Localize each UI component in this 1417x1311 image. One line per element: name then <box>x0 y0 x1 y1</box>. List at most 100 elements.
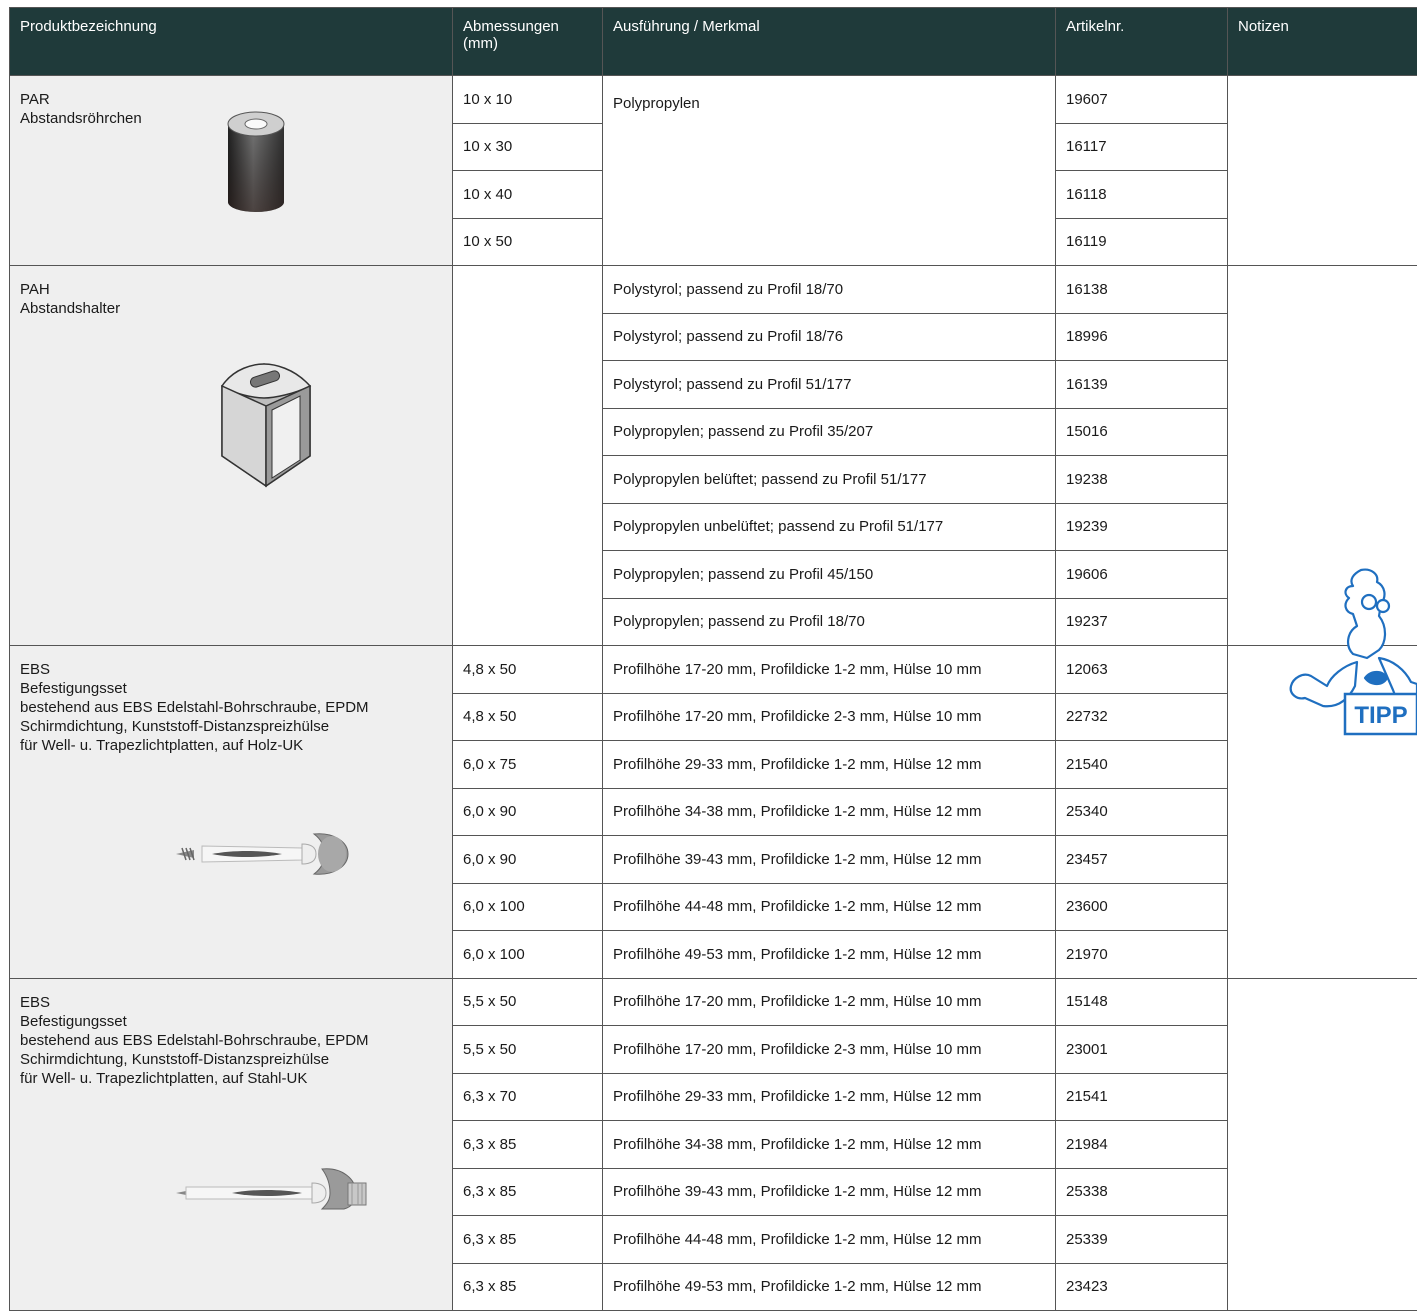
table-row: PAHAbstandshalter Polystyrol; passend zu… <box>10 266 1417 314</box>
dimensions-cell: 6,0 x 75 <box>453 741 603 789</box>
notes-cell[interactable] <box>1228 76 1417 266</box>
screw-set-wood-image <box>172 824 352 889</box>
dimensions-cell: 6,0 x 90 <box>453 836 603 884</box>
article-number-cell: 21984 <box>1056 1121 1228 1169</box>
article-number-cell: 19607 <box>1056 76 1228 124</box>
product-description-line: bestehend aus EBS Edelstahl-Bohrschraube… <box>20 1031 452 1050</box>
feature-cell: Profilhöhe 29-33 mm, Profildicke 1-2 mm,… <box>603 1073 1056 1121</box>
article-number-cell: 21541 <box>1056 1073 1228 1121</box>
header-dimensions-line2: (mm) <box>463 35 498 52</box>
mascot-tipp-icon: TIPP <box>1283 566 1417 736</box>
header-notes: Notizen <box>1228 8 1417 76</box>
product-description-line: Befestigungsset <box>20 1012 452 1031</box>
product-description-line: Schirmdichtung, Kunststoff-Distanzspreiz… <box>20 1050 452 1069</box>
article-number-cell: 16119 <box>1056 218 1228 266</box>
feature-cell: Polypropylen; passend zu Profil 45/150 <box>603 551 1056 599</box>
header-dimensions: Abmessungen(mm) <box>453 8 603 76</box>
dimensions-cell: 10 x 30 <box>453 123 603 171</box>
article-number-cell: 23001 <box>1056 1026 1228 1074</box>
product-cell: PAHAbstandshalter <box>10 266 453 646</box>
article-number-cell: 16139 <box>1056 361 1228 409</box>
product-name: EBS <box>20 660 452 679</box>
dimensions-cell: 10 x 10 <box>453 76 603 124</box>
table-header-row: Produktbezeichnung Abmessungen(mm) Ausfü… <box>10 8 1417 76</box>
article-number-cell: 16118 <box>1056 171 1228 219</box>
header-article: Artikelnr. <box>1056 8 1228 76</box>
article-number-cell: 23423 <box>1056 1263 1228 1311</box>
article-number-cell: 22732 <box>1056 693 1228 741</box>
dimensions-cell: 4,8 x 50 <box>453 646 603 694</box>
notes-cell[interactable] <box>1228 978 1417 1311</box>
feature-cell: Profilhöhe 49-53 mm, Profildicke 1-2 mm,… <box>603 931 1056 979</box>
feature-cell: Polypropylen <box>603 76 1056 266</box>
dimensions-cell: 6,3 x 85 <box>453 1216 603 1264</box>
product-description-line: Befestigungsset <box>20 679 452 698</box>
article-number-cell: 23457 <box>1056 836 1228 884</box>
dimensions-cell: 6,3 x 85 <box>453 1168 603 1216</box>
header-feature: Ausführung / Merkmal <box>603 8 1056 76</box>
header-product: Produktbezeichnung <box>10 8 453 76</box>
table-row: PARAbstandsröhrchen 10 x 10Polypropylen1… <box>10 76 1417 124</box>
article-number-cell: 16117 <box>1056 123 1228 171</box>
article-number-cell: 15148 <box>1056 978 1228 1026</box>
article-number-cell: 15016 <box>1056 408 1228 456</box>
feature-cell: Polypropylen unbelüftet; passend zu Prof… <box>603 503 1056 551</box>
product-table: Produktbezeichnung Abmessungen(mm) Ausfü… <box>9 7 1417 1311</box>
product-cell: PARAbstandsröhrchen <box>10 76 453 266</box>
feature-cell: Profilhöhe 39-43 mm, Profildicke 1-2 mm,… <box>603 1168 1056 1216</box>
feature-cell: Polystyrol; passend zu Profil 18/76 <box>603 313 1056 361</box>
spacer-tube-image <box>224 106 288 221</box>
table-row: EBSBefestigungssetbestehend aus EBS Edel… <box>10 646 1417 694</box>
feature-cell: Polystyrol; passend zu Profil 51/177 <box>603 361 1056 409</box>
article-number-cell: 21540 <box>1056 741 1228 789</box>
product-name: EBS <box>20 993 452 1012</box>
dimensions-cell: 6,3 x 85 <box>453 1121 603 1169</box>
product-description-line: für Well- u. Trapezlichtplatten, auf Hol… <box>20 736 452 755</box>
article-number-cell: 21970 <box>1056 931 1228 979</box>
product-description-line: Schirmdichtung, Kunststoff-Distanzspreiz… <box>20 717 452 736</box>
article-number-cell: 18996 <box>1056 313 1228 361</box>
dimensions-cell: 6,3 x 85 <box>453 1263 603 1311</box>
feature-cell: Polypropylen; passend zu Profil 18/70 <box>603 598 1056 646</box>
feature-cell: Profilhöhe 44-48 mm, Profildicke 1-2 mm,… <box>603 1216 1056 1264</box>
product-cell: EBSBefestigungssetbestehend aus EBS Edel… <box>10 646 453 979</box>
feature-cell: Profilhöhe 49-53 mm, Profildicke 1-2 mm,… <box>603 1263 1056 1311</box>
dimensions-cell: 5,5 x 50 <box>453 978 603 1026</box>
dimensions-cell: 4,8 x 50 <box>453 693 603 741</box>
article-number-cell: 19606 <box>1056 551 1228 599</box>
article-number-cell: 25338 <box>1056 1168 1228 1216</box>
article-number-cell: 25340 <box>1056 788 1228 836</box>
article-number-cell: 19238 <box>1056 456 1228 504</box>
feature-cell: Polypropylen belüftet; passend zu Profil… <box>603 456 1056 504</box>
feature-cell: Profilhöhe 17-20 mm, Profildicke 1-2 mm,… <box>603 978 1056 1026</box>
dimensions-cell: 6,3 x 70 <box>453 1073 603 1121</box>
table-row: EBSBefestigungssetbestehend aus EBS Edel… <box>10 978 1417 1026</box>
feature-cell: Profilhöhe 39-43 mm, Profildicke 1-2 mm,… <box>603 836 1056 884</box>
product-cell: EBSBefestigungssetbestehend aus EBS Edel… <box>10 978 453 1311</box>
article-number-cell: 19237 <box>1056 598 1228 646</box>
feature-cell: Profilhöhe 34-38 mm, Profildicke 1-2 mm,… <box>603 1121 1056 1169</box>
tipp-label: TIPP <box>1354 702 1407 729</box>
dimensions-cell <box>453 266 603 646</box>
feature-cell: Profilhöhe 34-38 mm, Profildicke 1-2 mm,… <box>603 788 1056 836</box>
feature-cell: Polystyrol; passend zu Profil 18/70 <box>603 266 1056 314</box>
article-number-cell: 12063 <box>1056 646 1228 694</box>
spacer-holder-image <box>214 356 314 501</box>
product-description-line: bestehend aus EBS Edelstahl-Bohrschraube… <box>20 698 452 717</box>
feature-cell: Profilhöhe 17-20 mm, Profildicke 2-3 mm,… <box>603 693 1056 741</box>
dimensions-cell: 6,0 x 100 <box>453 931 603 979</box>
product-description-line: Abstandshalter <box>20 299 452 318</box>
feature-cell: Profilhöhe 17-20 mm, Profildicke 2-3 mm,… <box>603 1026 1056 1074</box>
product-description-line: für Well- u. Trapezlichtplatten, auf Sta… <box>20 1069 452 1088</box>
feature-cell: Polypropylen; passend zu Profil 35/207 <box>603 408 1056 456</box>
product-name: PAH <box>20 280 452 299</box>
feature-cell: Profilhöhe 44-48 mm, Profildicke 1-2 mm,… <box>603 883 1056 931</box>
header-dimensions-line1: Abmessungen <box>463 18 559 35</box>
screw-set-steel-image <box>172 1161 372 1226</box>
feature-cell: Profilhöhe 29-33 mm, Profildicke 1-2 mm,… <box>603 741 1056 789</box>
article-number-cell: 25339 <box>1056 1216 1228 1264</box>
dimensions-cell: 6,0 x 90 <box>453 788 603 836</box>
feature-cell: Profilhöhe 17-20 mm, Profildicke 1-2 mm,… <box>603 646 1056 694</box>
dimensions-cell: 10 x 40 <box>453 171 603 219</box>
article-number-cell: 16138 <box>1056 266 1228 314</box>
